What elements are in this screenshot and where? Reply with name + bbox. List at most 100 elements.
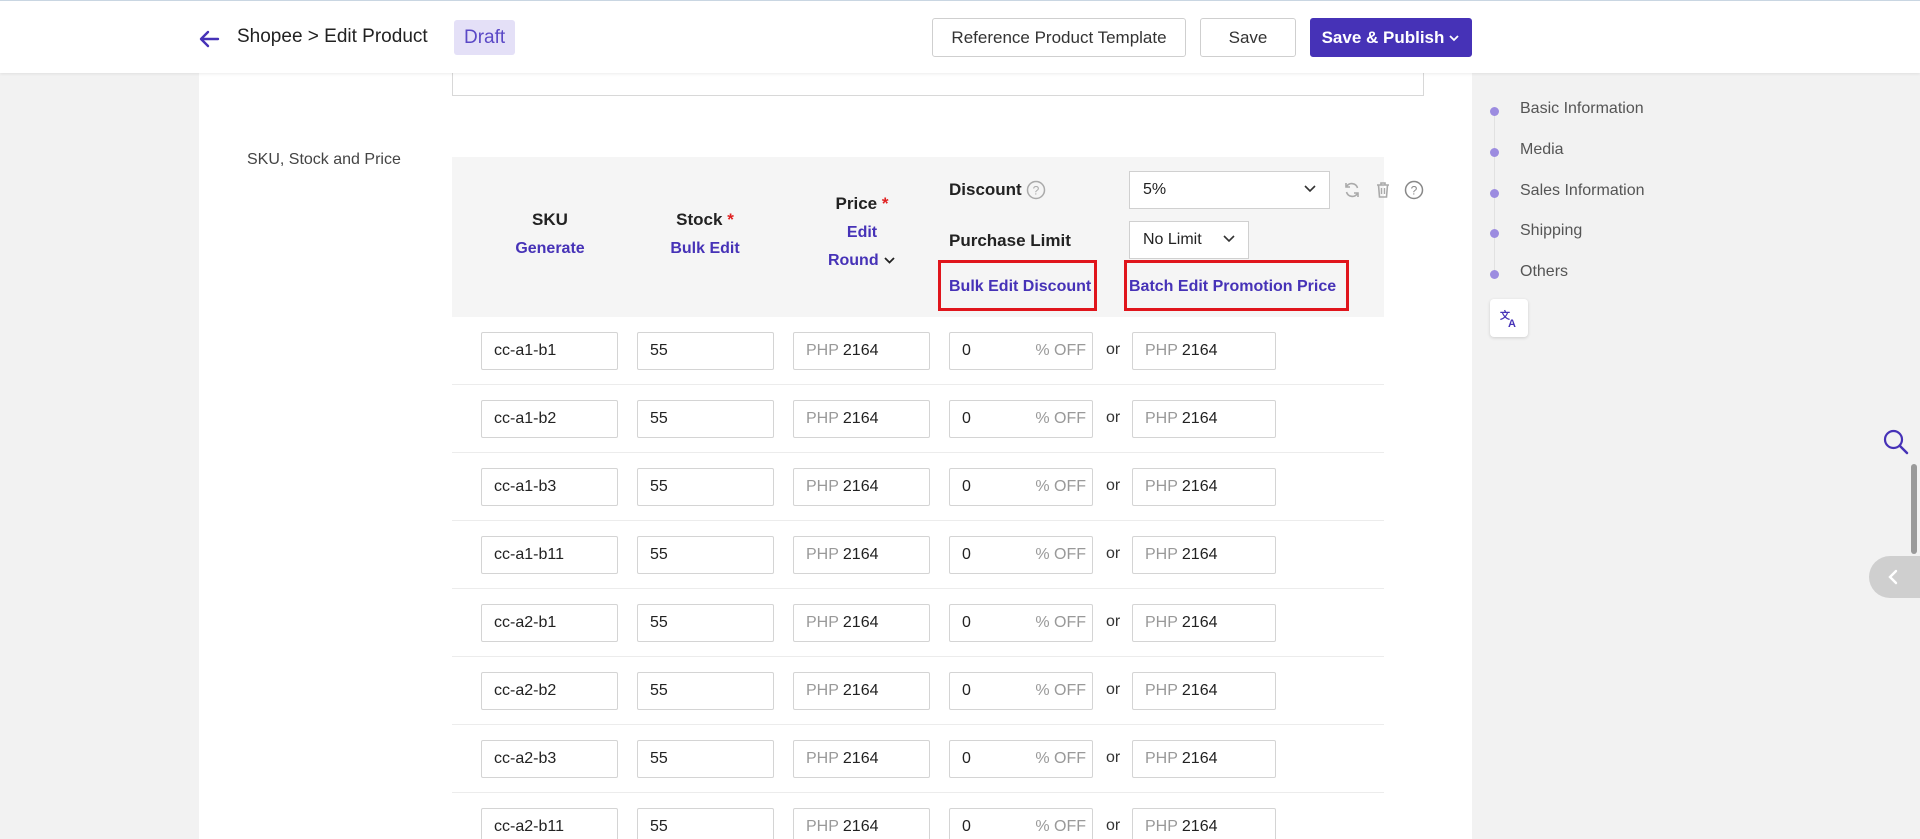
price-input[interactable]: PHP 2164 — [793, 468, 930, 506]
stock-input[interactable]: 55 — [637, 400, 774, 438]
promotion-price-input[interactable]: PHP 2164 — [1132, 808, 1276, 839]
chevron-down-icon — [1304, 185, 1316, 193]
svg-text:?: ? — [1033, 184, 1040, 198]
sku-input[interactable]: cc-a1-b3 — [481, 468, 618, 506]
search-icon[interactable] — [1882, 428, 1910, 461]
scrollbar[interactable] — [1911, 464, 1917, 554]
stock-value: 55 — [650, 410, 668, 427]
promotion-price-input[interactable]: PHP 2164 — [1132, 740, 1276, 778]
nav-dot — [1490, 229, 1499, 238]
nav-dot — [1490, 148, 1499, 157]
discount-input[interactable]: 0 % OFF — [949, 536, 1093, 574]
nav-item-label: Shipping — [1520, 222, 1583, 239]
off-suffix: % OFF — [1035, 410, 1086, 427]
sku-value: cc-a1-b2 — [494, 410, 557, 427]
back-arrow-icon[interactable] — [196, 25, 224, 53]
discount-input[interactable]: 0 % OFF — [949, 332, 1093, 370]
price-value: 2164 — [842, 478, 879, 495]
sku-input[interactable]: cc-a2-b2 — [481, 672, 618, 710]
discount-input[interactable]: 0 % OFF — [949, 400, 1093, 438]
discount-value: 0 — [962, 818, 971, 835]
sku-input[interactable]: cc-a2-b1 — [481, 604, 618, 642]
currency-prefix: PHP — [1145, 478, 1178, 495]
promotion-price-input[interactable]: PHP 2164 — [1132, 672, 1276, 710]
currency-prefix: PHP — [1145, 818, 1178, 835]
price-input[interactable]: PHP 2164 — [793, 400, 930, 438]
discount-input[interactable]: 0 % OFF — [949, 740, 1093, 778]
highlight-box — [1124, 260, 1349, 311]
promotion-price-input[interactable]: PHP 2164 — [1132, 332, 1276, 370]
row-divider — [452, 588, 1384, 589]
reference-template-button[interactable]: Reference Product Template — [932, 18, 1186, 57]
row-divider — [452, 384, 1384, 385]
refresh-icon[interactable] — [1342, 180, 1362, 205]
nav-item-label: Basic Information — [1520, 100, 1644, 117]
sku-input[interactable]: cc-a2-b11 — [481, 808, 618, 839]
purchase-limit-select[interactable]: No Limit — [1129, 221, 1249, 259]
currency-prefix: PHP — [806, 546, 839, 563]
price-value: 2164 — [842, 818, 879, 835]
save-button[interactable]: Save — [1200, 18, 1296, 57]
trash-icon[interactable] — [1373, 180, 1393, 205]
collapse-panel-button[interactable] — [1869, 556, 1920, 598]
stock-input[interactable]: 55 — [637, 536, 774, 574]
nav-dot — [1490, 270, 1499, 279]
translate-button[interactable]: 文A — [1490, 299, 1528, 337]
price-input[interactable]: PHP 2164 — [793, 332, 930, 370]
nav-item-label: Sales Information — [1520, 182, 1645, 199]
sku-input[interactable]: cc-a1-b1 — [481, 332, 618, 370]
nav-dot — [1490, 189, 1499, 198]
previous-section-box — [452, 71, 1424, 96]
price-input[interactable]: PHP 2164 — [793, 604, 930, 642]
or-text: or — [1106, 681, 1121, 698]
stock-input[interactable]: 55 — [637, 740, 774, 778]
promotion-price-input[interactable]: PHP 2164 — [1132, 604, 1276, 642]
promotion-price-input[interactable]: PHP 2164 — [1132, 468, 1276, 506]
stock-value: 55 — [650, 342, 668, 359]
row-divider — [452, 656, 1384, 657]
stock-input[interactable]: 55 — [637, 468, 774, 506]
discount-input[interactable]: 0 % OFF — [949, 672, 1093, 710]
price-input[interactable]: PHP 2164 — [793, 672, 930, 710]
price-input[interactable]: PHP 2164 — [793, 808, 930, 839]
discount-input[interactable]: 0 % OFF — [949, 604, 1093, 642]
price-title: Price * — [812, 194, 912, 214]
nav-dot — [1490, 107, 1499, 116]
discount-input[interactable]: 0 % OFF — [949, 468, 1093, 506]
promotion-price-value: 2164 — [1181, 614, 1218, 631]
discount-value: 0 — [962, 478, 971, 495]
generate-link[interactable]: Generate — [500, 240, 600, 258]
price-edit-link[interactable]: Edit — [812, 224, 912, 242]
sku-input[interactable]: cc-a2-b3 — [481, 740, 618, 778]
discount-select[interactable]: 5% — [1129, 171, 1330, 209]
sku-value: cc-a2-b11 — [494, 818, 564, 835]
currency-prefix: PHP — [1145, 614, 1178, 631]
or-text: or — [1106, 477, 1121, 494]
stock-input[interactable]: 55 — [637, 332, 774, 370]
sku-value: cc-a1-b11 — [494, 546, 564, 563]
price-value: 2164 — [842, 410, 879, 427]
price-input[interactable]: PHP 2164 — [793, 536, 930, 574]
help-icon[interactable]: ? — [1404, 180, 1424, 205]
save-publish-button[interactable]: Save & Publish — [1310, 18, 1472, 57]
price-input[interactable]: PHP 2164 — [793, 740, 930, 778]
promotion-price-input[interactable]: PHP 2164 — [1132, 400, 1276, 438]
promotion-price-input[interactable]: PHP 2164 — [1132, 536, 1276, 574]
purchase-limit-value: No Limit — [1143, 231, 1202, 248]
nav-item-label: Media — [1520, 141, 1564, 158]
sku-value: cc-a2-b2 — [494, 682, 557, 699]
discount-input[interactable]: 0 % OFF — [949, 808, 1093, 839]
sku-input[interactable]: cc-a1-b11 — [481, 536, 618, 574]
bulk-edit-stock-link[interactable]: Bulk Edit — [655, 240, 755, 258]
currency-prefix: PHP — [806, 342, 839, 359]
row-divider — [452, 452, 1384, 453]
stock-input[interactable]: 55 — [637, 604, 774, 642]
currency-prefix: PHP — [806, 614, 839, 631]
sku-input[interactable]: cc-a1-b2 — [481, 400, 618, 438]
row-divider — [452, 520, 1384, 521]
discount-value: 0 — [962, 342, 971, 359]
stock-input[interactable]: 55 — [637, 808, 774, 839]
stock-input[interactable]: 55 — [637, 672, 774, 710]
price-round-dropdown[interactable]: Round — [812, 252, 912, 270]
help-icon[interactable]: ? — [1026, 180, 1046, 205]
